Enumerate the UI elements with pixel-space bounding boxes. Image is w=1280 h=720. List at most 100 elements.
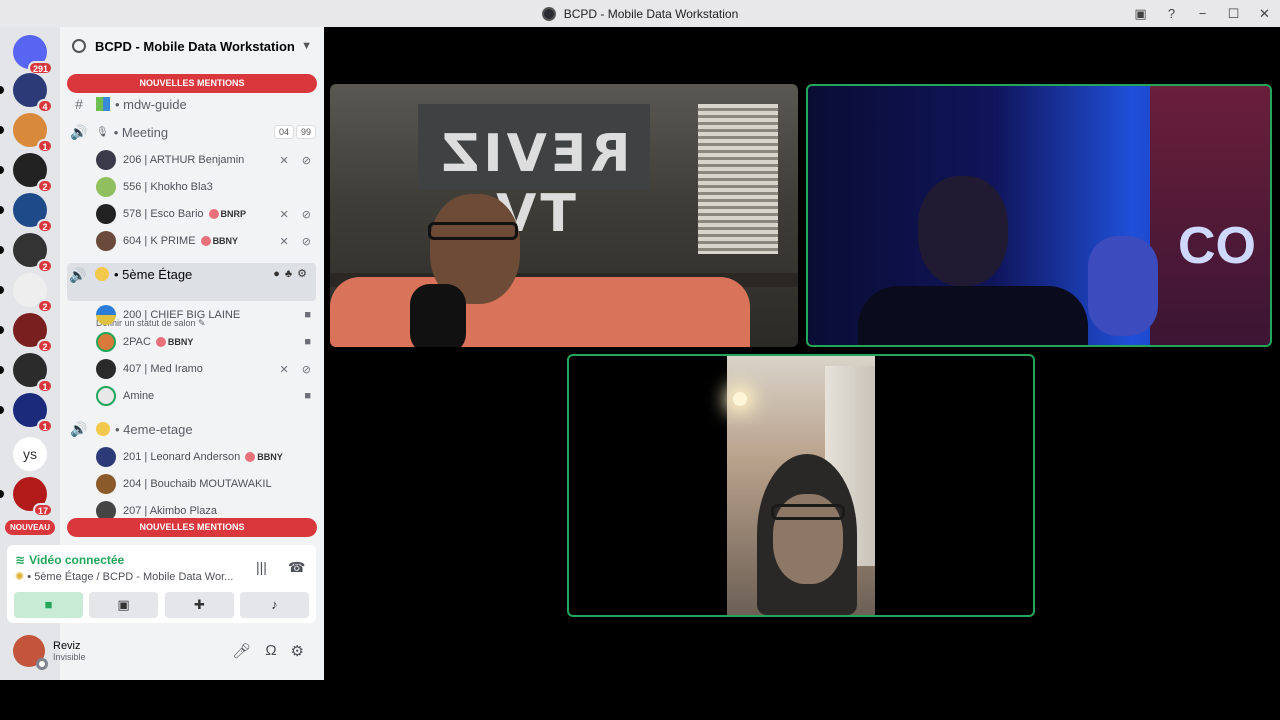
server-icon[interactable]: 1 <box>0 113 53 153</box>
minimize-button[interactable]: − <box>1187 6 1218 21</box>
unread-badge: 17 <box>32 503 53 517</box>
maximize-button[interactable]: ☐ <box>1218 6 1249 22</box>
server-icon[interactable]: 4 <box>0 73 53 113</box>
screen-share-button[interactable]: ▣ <box>89 592 158 618</box>
settings-gear-icon[interactable]: ⚙ <box>291 642 304 660</box>
voice-connection-panel: ≋ Vidéo connectée ✺ • 5ème Étage / BCPD -… <box>7 545 316 623</box>
window-title: BCPD - Mobile Data Workstation <box>563 6 739 21</box>
user-name-block[interactable]: Reviz Invisible <box>53 640 86 662</box>
new-mentions-banner-top[interactable]: NOUVELLES MENTIONS <box>67 74 317 93</box>
star-emoji-icon: ✺ <box>15 571 25 583</box>
new-mentions-banner-bottom[interactable]: NOUVELLES MENTIONS <box>67 518 317 537</box>
voice-user[interactable]: 556 | Khokho Bla3 <box>96 175 316 199</box>
soundboard-icon: ♪ <box>271 597 278 612</box>
camera-button[interactable]: ■ <box>14 592 83 618</box>
blood-drop-icon <box>200 236 211 246</box>
channel-5eme-etage[interactable]: 🔊 • 5ème Étage ●♣⚙ <box>67 263 316 301</box>
blood-drop-icon <box>155 337 166 347</box>
avatar <box>96 474 116 494</box>
server-icon[interactable]: 17 <box>0 477 53 517</box>
voice-user[interactable]: 578 | Esco Bario BNRP ✕ ⊘ <box>96 202 316 226</box>
channel-name: mdw-guide <box>123 96 187 112</box>
voice-user[interactable]: 200 | CHIEF BIG LAINE ■ <box>96 303 316 327</box>
voice-user[interactable]: Amine ■ <box>96 384 316 408</box>
voice-user[interactable]: 2PAC BBNY ■ <box>96 330 316 354</box>
unread-badge: 1 <box>37 139 53 153</box>
server-icon[interactable]: 1 <box>0 393 53 433</box>
server-header[interactable]: BCPD - Mobile Data Workstation ▼ <box>60 27 324 65</box>
avatar <box>96 177 116 197</box>
video-tile-speaking[interactable]: CO <box>806 84 1272 347</box>
hash-icon: # <box>75 96 83 112</box>
new-servers-badge[interactable]: NOUVEAU <box>5 520 55 535</box>
role-tag: BBNY <box>155 337 193 347</box>
voice-user[interactable]: 204 | Bouchaib MOUTAWAKIL <box>96 472 316 496</box>
server-icon[interactable]: 2 <box>0 153 53 193</box>
video-tile[interactable]: REVIZ TV <box>330 84 798 347</box>
channel-4eme-etage[interactable]: 🔊 • 4eme-etage <box>68 418 316 440</box>
avatar <box>96 359 116 379</box>
home-button[interactable]: 291 <box>13 35 53 75</box>
server-icon[interactable]: 2 <box>0 273 53 313</box>
books-emoji-icon <box>96 97 110 111</box>
headphones-icon[interactable]: Ω <box>265 642 276 660</box>
voice-status-title[interactable]: ≋ Vidéo connectée <box>15 553 124 567</box>
disconnect-icon[interactable]: ☎ <box>288 559 305 576</box>
server-icon[interactable]: 2 <box>0 193 53 233</box>
server-icon[interactable]: 1 <box>0 353 53 393</box>
voice-channel-path[interactable]: ✺ • 5ème Étage / BCPD - Mobile Data Wor.… <box>15 570 233 583</box>
user-panel: Reviz Invisible 🎤︎ Ω ⚙ <box>7 626 316 676</box>
server-icon[interactable]: 2 <box>0 233 53 273</box>
user-avatar[interactable] <box>13 635 48 670</box>
voice-user[interactable]: 201 | Leonard Anderson BBNY <box>96 445 316 469</box>
screen-share-icon[interactable]: ▣ <box>1125 6 1156 22</box>
avatar <box>96 204 116 224</box>
server-badge-icon <box>72 39 86 53</box>
flag-text: CO <box>1178 217 1256 275</box>
video-icon: ■ <box>304 336 316 348</box>
video-stage: REVIZ TV CO <box>324 27 1280 680</box>
help-icon[interactable]: ? <box>1156 6 1187 21</box>
channel-name: Meeting <box>121 124 169 140</box>
chevron-down-icon: ▼ <box>301 40 312 52</box>
server-icon[interactable]: 2 <box>0 313 53 353</box>
role-tag: BBNY <box>200 236 238 246</box>
channel-meeting[interactable]: 🔊 🎙 • Meeting 04 99 <box>68 121 316 143</box>
avatar <box>96 332 116 352</box>
video-feed <box>727 356 875 615</box>
channel-actions-icon[interactable]: ●♣⚙ <box>273 267 312 280</box>
video-tile-speaking[interactable] <box>567 354 1035 617</box>
mic-emoji-icon: 🎙 <box>96 126 109 138</box>
star-emoji-icon <box>96 422 110 436</box>
muted-deafened-icon: ✕ ⊘ <box>279 363 316 376</box>
channel-name: 5ème Étage <box>122 267 193 282</box>
soundboard-button[interactable]: ♪ <box>240 592 309 618</box>
channel-name: 4eme-etage <box>123 421 193 437</box>
unread-badge: 2 <box>37 339 53 353</box>
muted-deafened-icon: ✕ ⊘ <box>279 208 316 221</box>
window-controls: ▣ ? − ☐ ✕ <box>1125 0 1280 27</box>
blood-drop-icon <box>245 452 256 462</box>
app-icon <box>541 6 556 21</box>
role-tag: BBNY <box>245 452 283 462</box>
avatar <box>96 305 116 325</box>
speaker-icon: 🔊 <box>70 123 88 140</box>
unread-badge: 2 <box>37 219 53 233</box>
voice-user[interactable]: 206 | ARTHUR Benjamin ✕ ⊘ <box>96 148 316 172</box>
close-button[interactable]: ✕ <box>1249 6 1280 22</box>
voice-user[interactable]: 407 | Med Iramo ✕ ⊘ <box>96 357 316 381</box>
screen-share-icon: ▣ <box>117 597 130 612</box>
video-icon: ■ <box>304 309 316 321</box>
video-icon: ■ <box>304 390 316 402</box>
gamepad-icon: ✚ <box>194 597 205 612</box>
noise-suppression-icon[interactable]: ||| <box>256 559 267 575</box>
server-icon-text[interactable]: ys <box>13 437 47 471</box>
activity-button[interactable]: ✚ <box>165 592 234 618</box>
camera-icon: ■ <box>44 597 53 612</box>
voice-user[interactable]: 604 | K PRIME BBNY ✕ ⊘ <box>96 229 316 253</box>
microphone-icon[interactable]: 🎤︎ <box>232 642 251 660</box>
channel-mdw-guide[interactable]: # • mdw-guide <box>68 93 316 115</box>
avatar <box>96 447 116 467</box>
status-indicator <box>36 658 48 670</box>
bottom-letterbox <box>0 680 1280 720</box>
